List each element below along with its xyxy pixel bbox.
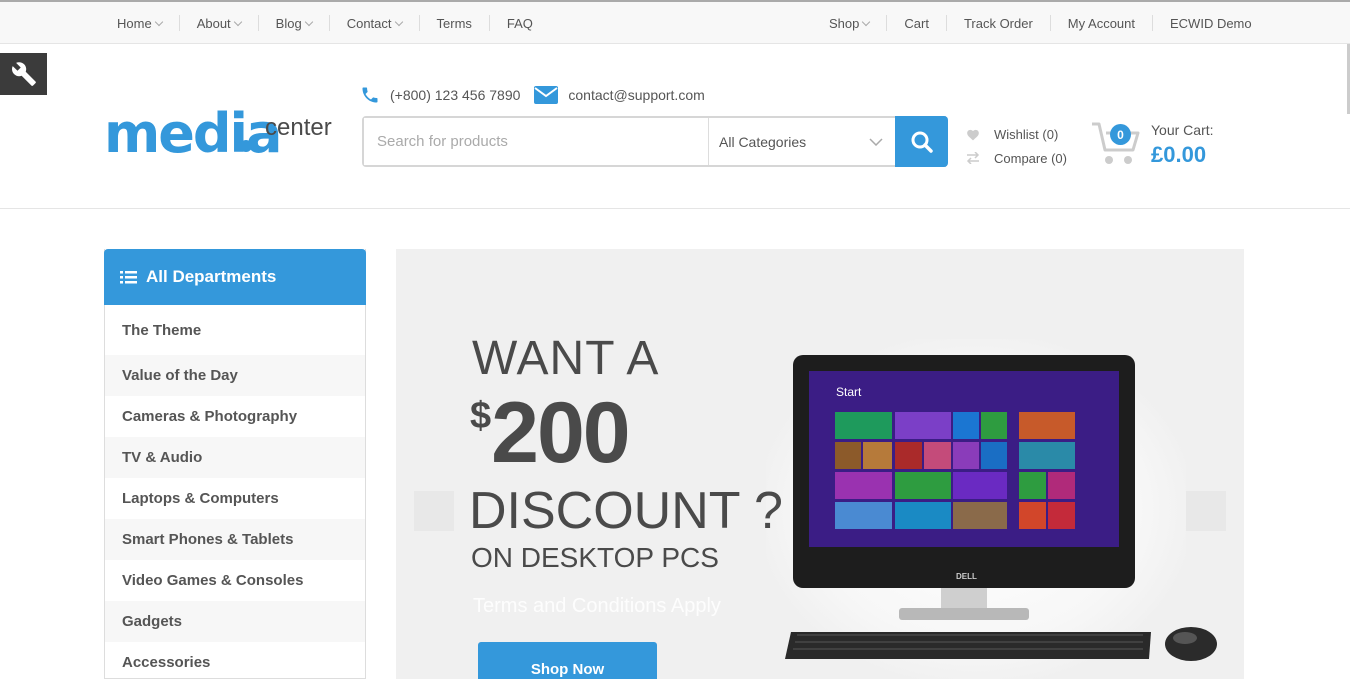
banner-currency: $ [470, 395, 492, 437]
banner-line3: DISCOUNT ? [469, 482, 783, 540]
list-icon [120, 270, 137, 284]
departments-menu: All Departments The Theme Value of the Da… [104, 249, 366, 679]
department-accessories[interactable]: Accessories [105, 642, 365, 683]
screen-start: Start [836, 385, 862, 399]
departments-title: All Departments [146, 267, 277, 286]
category-select-value: All Categories [719, 133, 807, 150]
department-tv-and-audio[interactable]: TV & Audio [105, 437, 365, 478]
search-input[interactable] [364, 118, 709, 165]
nav-about[interactable]: About [180, 15, 259, 31]
prev-slide-button[interactable] [414, 491, 454, 531]
nav-blog[interactable]: Blog [259, 15, 330, 31]
phone-icon [360, 85, 380, 105]
nav-contact[interactable]: Contact [330, 15, 420, 31]
nav-faq[interactable]: FAQ [490, 15, 550, 31]
nav-label: Track Order [963, 15, 1033, 31]
chevron-down-icon [869, 137, 883, 146]
wishlist-compare: Wishlist (0) Compare (0) [966, 122, 1067, 170]
email-address[interactable]: contact@support.com [568, 87, 704, 103]
hero-banner: WANT A $200 DISCOUNT ? ON DESKTOP PCS Te… [396, 249, 1244, 679]
nav-label: FAQ [506, 15, 533, 31]
department-laptops-and-computers[interactable]: Laptops & Computers [105, 478, 365, 519]
shop-now-button[interactable]: Shop Now [478, 642, 657, 679]
compare-icon [966, 152, 994, 164]
header-divider [0, 208, 1350, 209]
department-smart-phones-and-tablets[interactable]: Smart Phones & Tablets [105, 519, 365, 560]
departments-list: The Theme Value of the Day Cameras & Photo… [105, 305, 365, 683]
nav-label: About [196, 15, 231, 31]
nav-label: Shop [829, 15, 860, 31]
department-the-theme[interactable]: The Theme [105, 305, 365, 355]
compare-label: Compare (0) [994, 150, 1067, 166]
logo-main: media [104, 102, 281, 160]
departments-header[interactable]: All Departments [104, 249, 366, 305]
nav-label: Terms [436, 15, 472, 31]
wishlist-label: Wishlist (0) [994, 126, 1059, 142]
nav-cart[interactable]: Cart [887, 15, 947, 31]
department-value-of-the-day[interactable]: Value of the Day [105, 355, 365, 396]
nav-terms[interactable]: Terms [420, 15, 490, 31]
banner-amount-value: 200 [491, 385, 630, 481]
nav-shop[interactable]: Shop [812, 15, 888, 31]
top-nav-right: Shop Cart Track Order My Account ECWID Demo [812, 2, 1269, 44]
top-bar: Home About Blog Contact Terms FAQ Shop Cart Tra… [0, 0, 1350, 44]
contact-info: (+800) 123 456 7890 contact@support.com [360, 84, 705, 106]
nav-label: My Account [1067, 15, 1135, 31]
cart-amount: £0.00 [1151, 142, 1207, 167]
nav-label: ECWID Demo [1170, 15, 1252, 31]
compare-link[interactable]: Compare (0) [966, 146, 1067, 170]
nav-label: Cart [904, 15, 929, 31]
nav-label: Home [117, 15, 152, 31]
chevron-down-icon [154, 17, 163, 27]
envelope-icon [534, 86, 559, 104]
search-icon [911, 131, 933, 153]
logo-sub: center [265, 114, 332, 141]
nav-label: Blog [275, 15, 302, 31]
cart-count-badge: 0 [1110, 124, 1131, 145]
nav-label: Contact [346, 15, 392, 31]
chevron-down-icon [233, 17, 242, 27]
heart-icon [966, 128, 994, 141]
nav-my-account[interactable]: My Account [1051, 15, 1153, 31]
cart-widget[interactable]: 0 Your Cart: £0.00 [1090, 118, 1250, 170]
department-cameras-and-photography[interactable]: Cameras & Photography [105, 396, 365, 437]
cart-label: Your Cart: [1151, 122, 1214, 138]
nav-ecwid-demo[interactable]: ECWID Demo [1153, 15, 1269, 31]
wishlist-link[interactable]: Wishlist (0) [966, 122, 1067, 146]
phone-number: (+800) 123 456 7890 [390, 87, 521, 103]
nav-track-order[interactable]: Track Order [947, 15, 1051, 31]
search-bar: All Categories [362, 116, 948, 167]
banner-line4: ON DESKTOP PCS [471, 542, 719, 573]
chevron-down-icon [304, 17, 313, 27]
department-gadgets[interactable]: Gadgets [105, 601, 365, 642]
banner-terms: Terms and Conditions Apply [473, 595, 721, 617]
top-nav-left: Home About Blog Contact Terms FAQ [100, 2, 550, 44]
category-select[interactable]: All Categories [709, 118, 895, 165]
chevron-down-icon [862, 17, 871, 27]
chevron-down-icon [394, 17, 403, 27]
monitor-brand: DELL [956, 572, 977, 581]
desktop-pc-image: Start DELL [785, 355, 1217, 661]
department-video-games-and-consoles[interactable]: Video Games & Consoles [105, 560, 365, 601]
nav-home[interactable]: Home [100, 15, 180, 31]
wrench-icon [11, 62, 36, 86]
settings-wrench-button[interactable] [0, 53, 47, 95]
logo[interactable]: media center [104, 100, 339, 165]
banner-line1: WANT A [472, 332, 660, 385]
search-button[interactable] [895, 116, 948, 167]
